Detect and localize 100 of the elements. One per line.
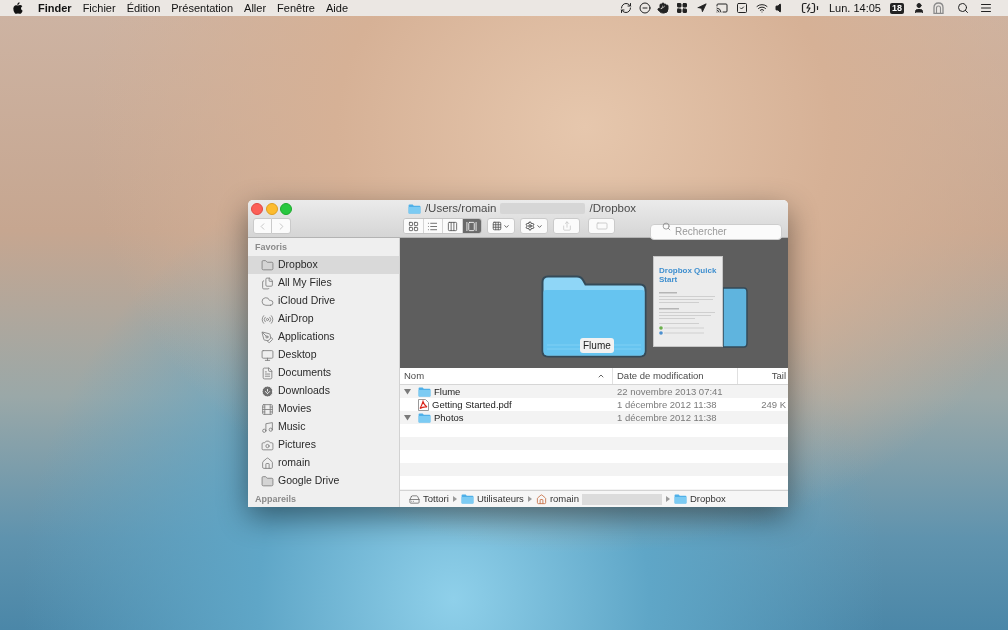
menu-item[interactable]: Fichier xyxy=(82,0,116,16)
files-icon xyxy=(261,276,274,290)
house-icon xyxy=(261,456,274,470)
columns-icon xyxy=(446,220,458,232)
arch-icon[interactable] xyxy=(933,2,944,14)
circle-minus-icon[interactable] xyxy=(639,2,651,14)
house-icon xyxy=(535,493,547,505)
file-name[interactable]: Flume xyxy=(434,385,461,398)
folder-icon xyxy=(418,412,431,423)
folder-icon xyxy=(261,258,274,272)
chevron-right-icon xyxy=(665,496,670,502)
menu-item[interactable]: Aide xyxy=(326,0,348,16)
refresh-icon[interactable] xyxy=(620,2,632,14)
folder-icon[interactable] xyxy=(541,275,647,358)
search-icon[interactable] xyxy=(957,2,969,14)
document-title: Dropbox Quick Start xyxy=(659,266,718,284)
apple-logo-icon[interactable] xyxy=(13,2,23,14)
cast-icon[interactable] xyxy=(716,2,728,14)
sidebar-item[interactable]: iCloud Drive xyxy=(248,292,399,310)
file-name-label: Flume xyxy=(580,338,614,353)
disclosure-triangle-icon[interactable] xyxy=(404,388,411,395)
file-name[interactable]: Photos xyxy=(434,411,464,424)
sidebar-item[interactable]: Dropbox xyxy=(248,256,399,274)
disclosure-triangle-icon[interactable] xyxy=(404,414,411,421)
sidebar-item[interactable]: Desktop xyxy=(248,346,399,364)
list-icon xyxy=(427,220,439,232)
hard-drive-icon xyxy=(409,493,420,505)
folder-icon xyxy=(407,203,421,214)
search-field[interactable]: Rechercher xyxy=(650,223,782,240)
folder-icon xyxy=(418,386,431,397)
menu-item[interactable]: Fenêtre xyxy=(277,0,315,16)
pen-tool-icon xyxy=(261,330,274,344)
caret-icon xyxy=(503,222,510,230)
path-segment[interactable]: Dropbox xyxy=(673,493,726,505)
user-icon[interactable] xyxy=(913,2,925,14)
rectangle-icon xyxy=(595,220,608,232)
music-note-icon xyxy=(261,420,274,434)
section-heading: Favoris xyxy=(255,242,287,252)
sidebar-item[interactable]: Downloads xyxy=(248,382,399,400)
grid-icon xyxy=(407,220,419,232)
sidebar-item[interactable]: Movies xyxy=(248,400,399,418)
column-header[interactable]: Nom xyxy=(404,370,425,382)
calendar-date-badge[interactable]: 18 xyxy=(890,2,904,14)
menu-item[interactable]: Finder xyxy=(38,0,72,16)
close-button[interactable] xyxy=(251,202,263,215)
sidebar-item[interactable]: Documents xyxy=(248,364,399,382)
camera-icon xyxy=(261,438,274,452)
chevron-right-icon xyxy=(527,496,532,502)
sidebar-item[interactable]: AirDrop xyxy=(248,310,399,328)
modified-date: 22 novembre 2013 07:41 xyxy=(617,385,723,398)
action-button[interactable] xyxy=(520,218,548,234)
menu-item[interactable]: Édition xyxy=(126,0,161,16)
grid-icon xyxy=(492,221,502,231)
pdf-file-icon xyxy=(418,398,429,411)
file-size: 249 K xyxy=(761,398,786,411)
path-segment[interactable]: Tottori xyxy=(409,493,449,505)
gallery-icon xyxy=(466,220,478,232)
sort-caret-icon xyxy=(597,372,605,380)
text-lines-drawing xyxy=(659,292,715,338)
folder-icon xyxy=(673,494,687,504)
menu-bar-clock[interactable]: Lun. 14:05 xyxy=(829,0,881,16)
window-title: /Dropbox xyxy=(589,200,637,216)
section-heading: Appareils xyxy=(255,493,296,504)
file-name[interactable]: Getting Started.pdf xyxy=(432,398,512,411)
share-icon xyxy=(561,221,572,231)
chevron-right-icon xyxy=(452,496,457,502)
column-header[interactable]: Tail xyxy=(771,370,786,382)
window-title: /Users/romain xyxy=(424,200,497,216)
location-arrow-icon[interactable] xyxy=(697,3,707,13)
sidebar-item[interactable]: romain xyxy=(248,454,399,472)
sidebar-item[interactable]: Google Drive xyxy=(248,472,399,490)
folder-icon[interactable] xyxy=(723,287,748,348)
hand-icon[interactable] xyxy=(657,2,669,14)
monitor-icon xyxy=(261,348,274,362)
arrange-button[interactable] xyxy=(487,218,515,234)
folder-icon xyxy=(460,494,474,504)
wifi-icon[interactable] xyxy=(756,2,768,14)
view-mode-button[interactable] xyxy=(461,219,481,233)
download-icon xyxy=(261,384,274,398)
menu-item[interactable]: Aller xyxy=(244,0,267,16)
list-icon[interactable] xyxy=(980,2,992,14)
sidebar-item[interactable]: All My Files xyxy=(248,274,399,292)
modified-date: 1 décembre 2012 11:38 xyxy=(617,398,717,411)
menu-item[interactable]: Présentation xyxy=(171,0,234,16)
column-header[interactable]: Date de modification xyxy=(617,370,704,382)
search-icon xyxy=(662,221,671,231)
settings-icon xyxy=(525,221,535,231)
modified-date: 1 décembre 2012 11:38 xyxy=(617,411,717,424)
caret-icon xyxy=(536,222,543,230)
film-icon xyxy=(261,402,274,416)
sidebar-item[interactable]: Pictures xyxy=(248,436,399,454)
check-square-icon[interactable] xyxy=(736,2,748,14)
path-segment[interactable]: romain xyxy=(535,493,579,505)
cloud-icon xyxy=(261,294,274,308)
sidebar-item[interactable]: Applications xyxy=(248,328,399,346)
document-icon xyxy=(261,366,274,380)
radio-waves-icon xyxy=(261,312,274,326)
grid-icon[interactable] xyxy=(676,2,688,14)
sidebar-item[interactable]: Music xyxy=(248,418,399,436)
path-segment[interactable]: Utilisateurs xyxy=(460,493,524,505)
